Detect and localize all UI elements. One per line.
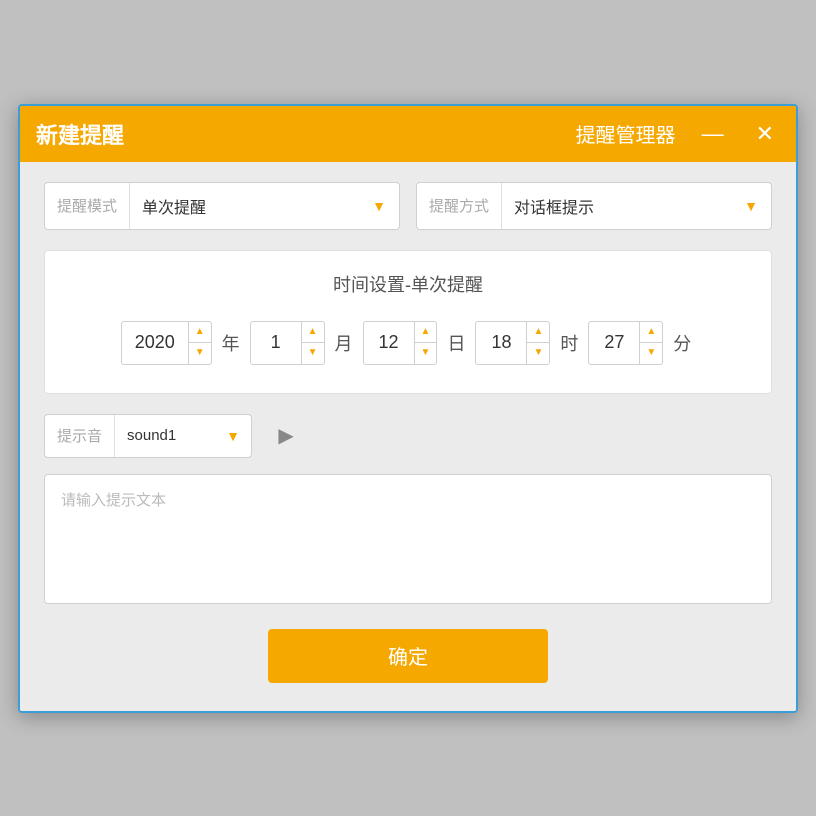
sound-row: 提示音 sound1 ▼ ▶ xyxy=(44,414,772,458)
year-up[interactable]: ▲ xyxy=(189,322,211,344)
day-unit: 日 xyxy=(443,330,469,356)
year-down[interactable]: ▼ xyxy=(189,343,211,364)
type-value: 对话框提示 xyxy=(502,194,731,218)
play-button[interactable]: ▶ xyxy=(266,416,306,456)
minute-up[interactable]: ▲ xyxy=(640,322,662,344)
window-title: 新建提醒 xyxy=(36,118,124,150)
month-unit: 月 xyxy=(331,330,357,356)
minute-group: 27 ▲ ▼ 分 xyxy=(588,321,695,365)
day-up[interactable]: ▲ xyxy=(415,322,437,344)
time-row: 2020 ▲ ▼ 年 1 ▲ ▼ xyxy=(69,321,747,365)
minute-spinner[interactable]: 27 ▲ ▼ xyxy=(588,321,663,365)
time-section: 时间设置-单次提醒 2020 ▲ ▼ 年 1 xyxy=(44,250,772,394)
minute-down[interactable]: ▼ xyxy=(640,343,662,364)
day-spinner[interactable]: 12 ▲ ▼ xyxy=(363,321,438,365)
time-section-title: 时间设置-单次提醒 xyxy=(69,271,747,297)
titlebar: 新建提醒 提醒管理器 — ✕ xyxy=(20,106,796,162)
mode-arrow: ▼ xyxy=(359,183,399,229)
sound-dropdown[interactable]: 提示音 sound1 ▼ xyxy=(44,414,252,458)
month-spinner[interactable]: 1 ▲ ▼ xyxy=(250,321,325,365)
sound-value: sound1 xyxy=(115,427,215,444)
year-group: 2020 ▲ ▼ 年 xyxy=(121,321,244,365)
minute-unit: 分 xyxy=(669,330,695,356)
hour-arrows: ▲ ▼ xyxy=(526,322,549,364)
type-label: 提醒方式 xyxy=(417,183,502,229)
app-name: 提醒管理器 xyxy=(576,119,676,148)
text-input[interactable] xyxy=(44,474,772,604)
titlebar-controls: 提醒管理器 — ✕ xyxy=(576,119,780,148)
confirm-row: 确定 xyxy=(44,629,772,691)
hour-spinner[interactable]: 18 ▲ ▼ xyxy=(475,321,550,365)
type-dropdown[interactable]: 提醒方式 对话框提示 ▼ xyxy=(416,182,772,230)
day-down[interactable]: ▼ xyxy=(415,343,437,364)
type-arrow: ▼ xyxy=(731,183,771,229)
year-value: 2020 xyxy=(122,332,188,353)
hour-group: 18 ▲ ▼ 时 xyxy=(475,321,582,365)
day-arrows: ▲ ▼ xyxy=(414,322,437,364)
year-unit: 年 xyxy=(218,330,244,356)
sound-label: 提示音 xyxy=(45,415,115,457)
minimize-button[interactable]: — xyxy=(696,121,730,147)
sound-arrow: ▼ xyxy=(215,415,251,457)
year-arrows: ▲ ▼ xyxy=(188,322,211,364)
year-spinner[interactable]: 2020 ▲ ▼ xyxy=(121,321,212,365)
minute-arrows: ▲ ▼ xyxy=(639,322,662,364)
close-button[interactable]: ✕ xyxy=(750,121,780,147)
month-group: 1 ▲ ▼ 月 xyxy=(250,321,357,365)
hour-unit: 时 xyxy=(556,330,582,356)
main-window: 新建提醒 提醒管理器 — ✕ 提醒模式 单次提醒 ▼ 提醒方式 对话框提示 ▼ … xyxy=(18,104,798,713)
month-arrows: ▲ ▼ xyxy=(301,322,324,364)
month-up[interactable]: ▲ xyxy=(302,322,324,344)
content-area: 提醒模式 单次提醒 ▼ 提醒方式 对话框提示 ▼ 时间设置-单次提醒 2020 … xyxy=(20,162,796,711)
hour-value: 18 xyxy=(476,332,526,353)
day-value: 12 xyxy=(364,332,414,353)
mode-value: 单次提醒 xyxy=(130,194,359,218)
minute-value: 27 xyxy=(589,332,639,353)
hour-up[interactable]: ▲ xyxy=(527,322,549,344)
month-down[interactable]: ▼ xyxy=(302,343,324,364)
top-dropdowns: 提醒模式 单次提醒 ▼ 提醒方式 对话框提示 ▼ xyxy=(44,182,772,230)
mode-label: 提醒模式 xyxy=(45,183,130,229)
confirm-button[interactable]: 确定 xyxy=(268,629,548,683)
month-value: 1 xyxy=(251,332,301,353)
day-group: 12 ▲ ▼ 日 xyxy=(363,321,470,365)
mode-dropdown[interactable]: 提醒模式 单次提醒 ▼ xyxy=(44,182,400,230)
hour-down[interactable]: ▼ xyxy=(527,343,549,364)
